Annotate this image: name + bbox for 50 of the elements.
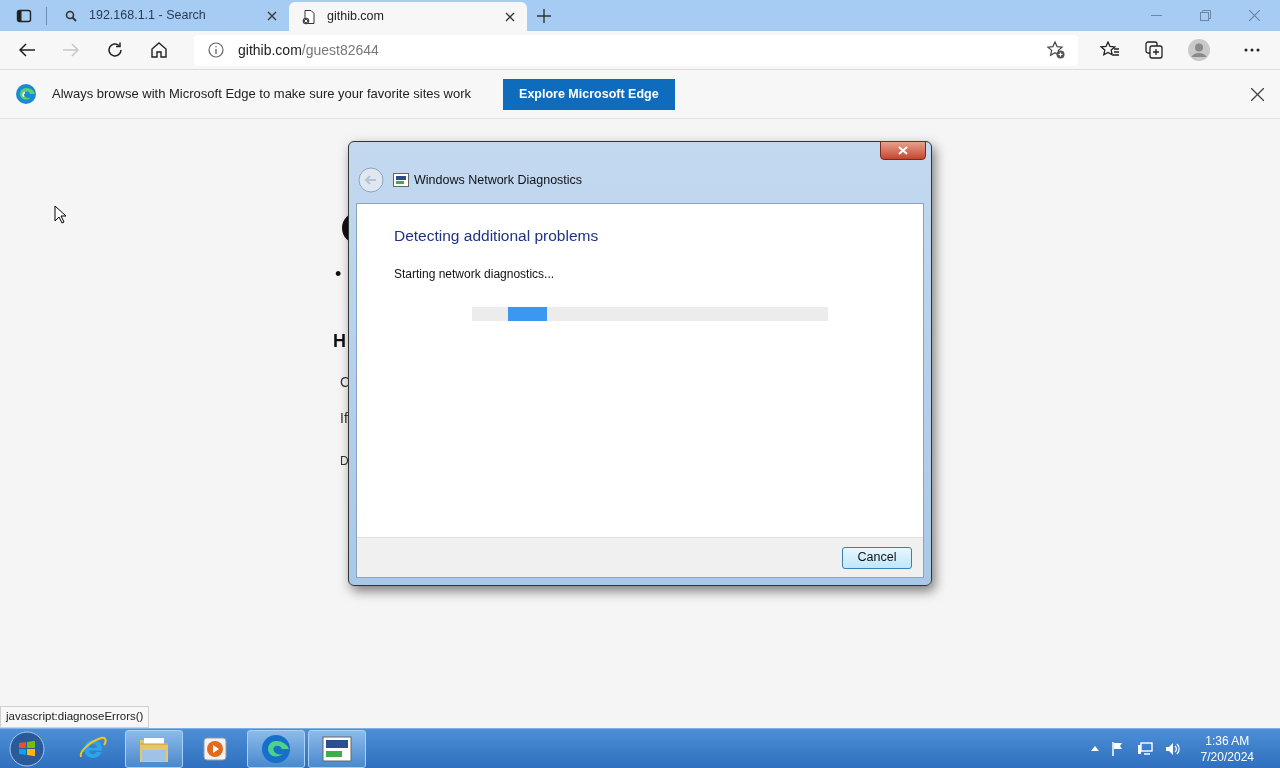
browser-tab[interactable]: githib.com [289, 2, 527, 31]
play-icon [203, 735, 227, 762]
page-heading: H [333, 330, 346, 353]
flag-icon[interactable] [1110, 741, 1125, 756]
taskbar-button[interactable] [308, 729, 366, 768]
forward-icon [62, 41, 80, 59]
dialog-title: Windows Network Diagnostics [414, 171, 583, 189]
address-bar[interactable]: githib.com/guest82644 [194, 34, 1078, 66]
more-icon[interactable] [1244, 48, 1260, 52]
dialog-heading: Detecting additional problems [394, 226, 600, 246]
tab-title: githib.com [327, 8, 385, 26]
taskbar-button[interactable] [125, 729, 183, 768]
diagnostics-window-icon [322, 735, 352, 762]
mouse-cursor-icon [54, 205, 68, 225]
clock-date: 7/20/2024 [1200, 748, 1254, 765]
network-icon[interactable] [1136, 741, 1153, 756]
home-icon[interactable] [150, 41, 168, 59]
volume-icon[interactable] [1164, 741, 1181, 756]
network-diagnostics-icon [393, 173, 409, 187]
explore-button[interactable]: Explore Microsoft Edge [503, 78, 675, 110]
new-tab-icon[interactable] [537, 8, 551, 23]
close-button[interactable] [880, 141, 926, 160]
show-hidden-icon[interactable] [1090, 746, 1099, 751]
status-link-tooltip: javascript:diagnoseErrors() [0, 706, 150, 728]
start-button[interactable] [9, 730, 45, 767]
clock-time: 1:36 AM [1205, 732, 1250, 749]
profile-icon[interactable] [1188, 39, 1210, 61]
back-icon[interactable] [18, 41, 36, 59]
address-text: githib.com/guest82644 [238, 40, 379, 60]
refresh-icon[interactable] [106, 41, 124, 59]
status-text: Starting network diagnostics... [394, 266, 556, 284]
infobar-message: Always browse with Microsoft Edge to make sure your favorite sites work [52, 85, 472, 104]
close-icon [898, 146, 908, 155]
close-icon[interactable] [505, 11, 515, 22]
info-icon[interactable] [208, 42, 224, 58]
close-icon[interactable] [1251, 87, 1264, 101]
browser-tab[interactable]: 192.168.1.1 - Search [51, 0, 289, 31]
cancel-button[interactable]: Cancel [842, 546, 912, 569]
tab-title: 192.168.1.1 - Search [89, 7, 207, 25]
collections-icon[interactable] [1144, 40, 1164, 60]
page-text: D [340, 453, 349, 470]
page-error-icon [301, 8, 317, 25]
close-icon[interactable] [267, 10, 277, 21]
edge-icon [261, 733, 291, 764]
page-text: If [340, 409, 348, 428]
favorites-icon[interactable] [1100, 41, 1120, 59]
tab-actions-icon[interactable] [16, 7, 32, 24]
page-text: • [335, 263, 342, 286]
edge-logo-icon [15, 83, 37, 105]
star-add-icon[interactable] [1046, 40, 1066, 60]
